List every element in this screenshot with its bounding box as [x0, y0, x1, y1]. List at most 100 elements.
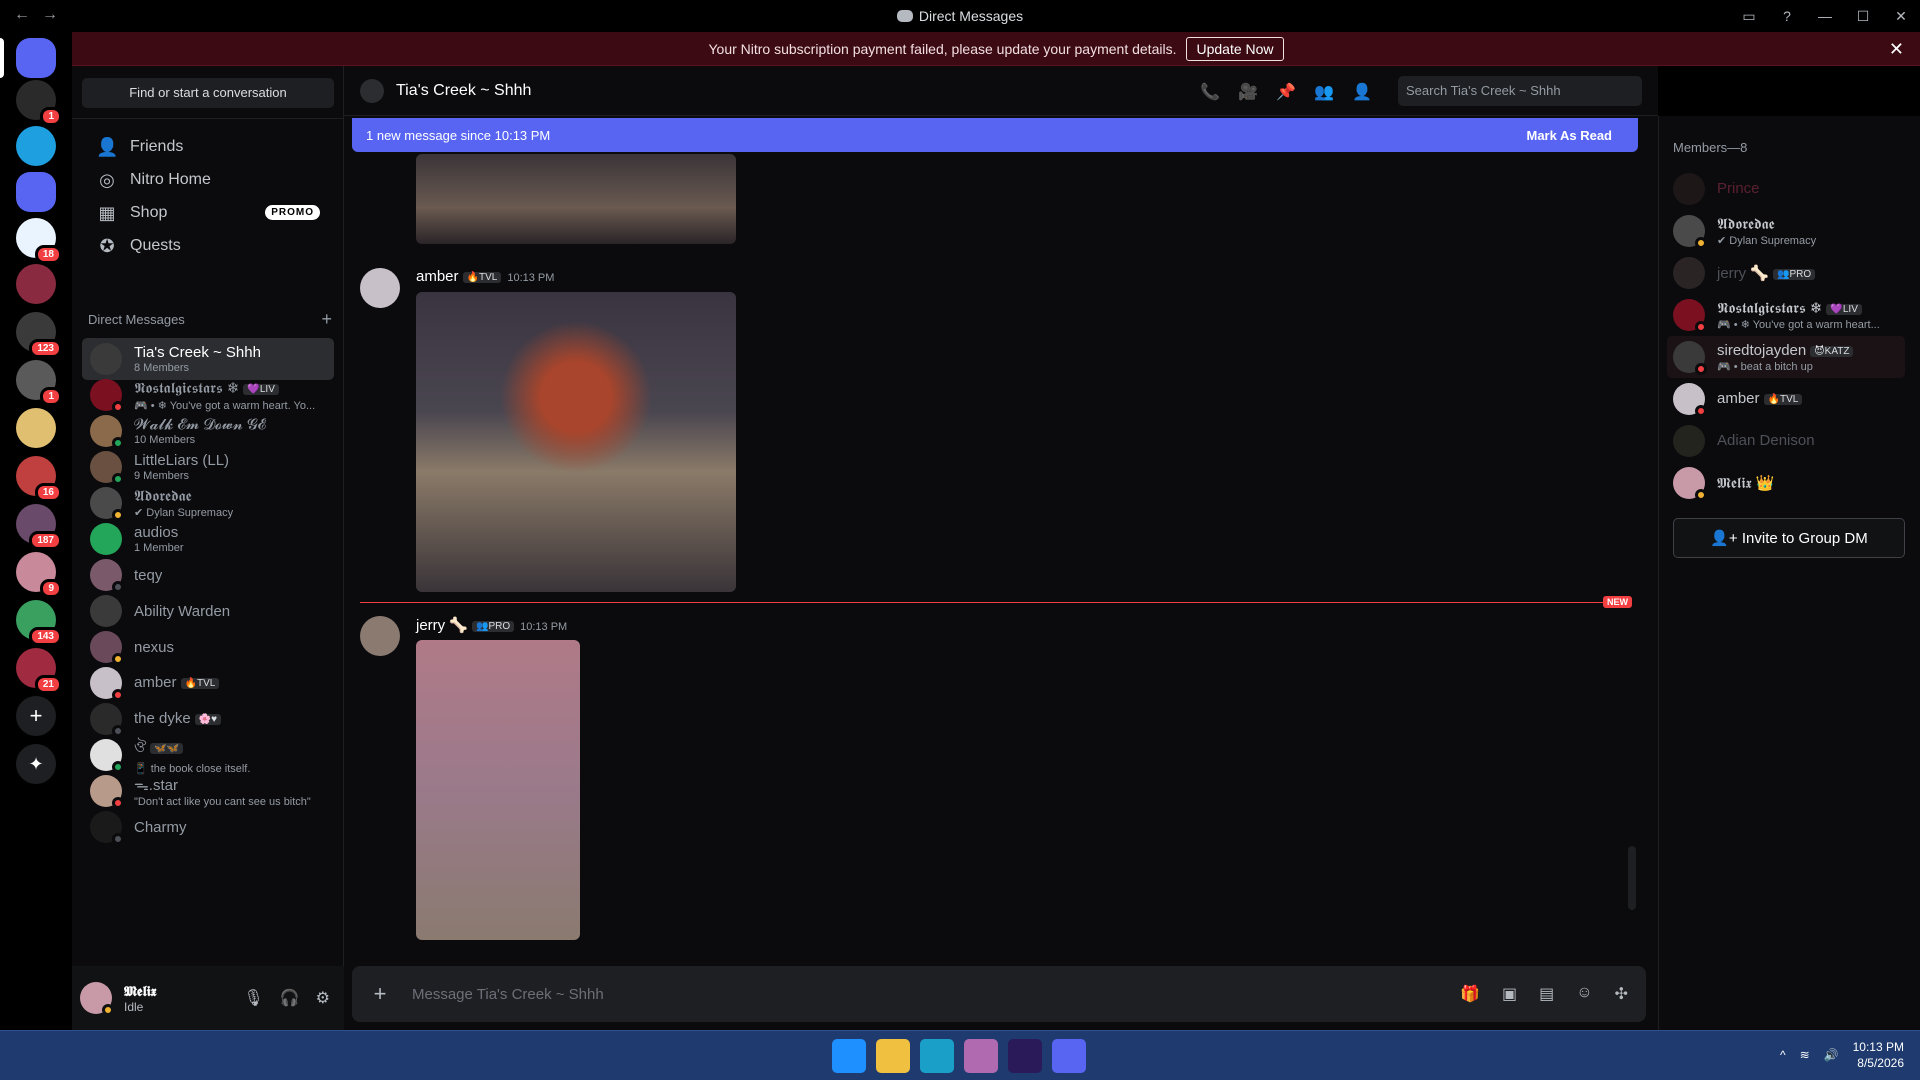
avatar [1673, 173, 1705, 205]
chevron-up-icon[interactable]: ^ [1780, 1048, 1786, 1062]
server-rail: 1 18 123 1 16 187 9 143 21 + ✦ [0, 32, 72, 1031]
dm-name: Ability Warden [134, 602, 231, 620]
taskbar-apps [832, 1039, 1086, 1073]
app-icon[interactable] [964, 1039, 998, 1073]
selected-pill [0, 38, 4, 78]
nav-quests[interactable]: ✪ Quests [82, 227, 334, 265]
message-composer[interactable]: + Message Tia's Creek ~ Shhh 🎁 ▣ ▤ ☺ ✣ [352, 966, 1646, 1022]
server-icon[interactable]: 18 [16, 218, 62, 264]
dm-name: LittleLiars (LL) [134, 452, 230, 469]
gift-icon[interactable]: 🎁 [1460, 984, 1480, 1004]
sticker-icon[interactable]: ▤ [1539, 984, 1554, 1004]
status-indicator-icon [1695, 237, 1707, 249]
member-item[interactable]: Adian Denison [1667, 420, 1905, 462]
edge-browser-icon[interactable] [920, 1039, 954, 1073]
server-icon[interactable]: 21 [16, 648, 62, 694]
status-indicator-icon [1695, 405, 1707, 417]
server-icon[interactable] [16, 126, 56, 166]
microphone-icon[interactable]: 🎙 [243, 988, 263, 1008]
member-item[interactable]: 𝕸𝖊𝖑𝖎𝖝 👑 [1667, 462, 1905, 504]
server-icon[interactable]: 16 [16, 456, 62, 502]
member-item[interactable]: 𝕬𝖉𝖔𝖗𝖊𝖉𝖆𝖊 ✔ Dylan Supremacy [1667, 210, 1905, 252]
video-call-icon[interactable]: 🎥 [1238, 82, 1258, 102]
gif-icon[interactable]: ▣ [1502, 984, 1517, 1004]
server-icon[interactable]: 1 [16, 80, 62, 126]
message-input[interactable]: Message Tia's Creek ~ Shhh [412, 986, 604, 1003]
dm-name: ঔ [134, 738, 147, 756]
server-icon[interactable]: 143 [16, 600, 62, 646]
member-name: siredtojayden [1717, 341, 1807, 359]
create-dm-icon[interactable]: + [321, 310, 332, 328]
message-author[interactable]: amber [416, 268, 459, 285]
maximize-button[interactable]: ☐ [1844, 8, 1882, 25]
discord-taskbar-icon[interactable] [1052, 1039, 1086, 1073]
author-avatar[interactable] [360, 268, 400, 308]
voice-call-icon[interactable]: 📞 [1200, 82, 1220, 102]
mention-badge: 123 [29, 339, 62, 358]
close-icon[interactable]: ✕ [1889, 39, 1904, 60]
blurred-attachment-image[interactable] [416, 640, 580, 940]
dm-item[interactable]: Charmy [82, 806, 334, 848]
clan-tag: 🔥TVL [1763, 394, 1803, 405]
scrollbar[interactable] [1628, 846, 1636, 910]
settings-gear-icon[interactable]: ⚙ [316, 988, 330, 1008]
file-explorer-icon[interactable] [876, 1039, 910, 1073]
inbox-icon[interactable]: ▭ [1730, 8, 1768, 25]
close-window-button[interactable]: ✕ [1882, 8, 1920, 25]
wifi-icon[interactable]: ≋ [1800, 1048, 1810, 1062]
discover-icon[interactable]: ✦ [16, 744, 56, 784]
invite-to-group-button[interactable]: 👤+ Invite to Group DM [1673, 518, 1905, 558]
discord-logo-icon [896, 10, 913, 22]
server-icon[interactable]: 187 [16, 504, 62, 550]
quests-icon: ✪ [99, 236, 115, 256]
composer-tools: 🎁 ▣ ▤ ☺ ✣ [1460, 984, 1628, 1004]
chat-search-input[interactable]: Search Tia's Creek ~ Shhh [1398, 76, 1642, 106]
emoji-icon[interactable]: ☺ [1576, 984, 1592, 1004]
after-effects-icon[interactable] [1008, 1039, 1042, 1073]
server-icon[interactable]: 123 [16, 312, 62, 358]
add-server-icon[interactable]: + [16, 696, 56, 736]
mark-as-read-button[interactable]: Mark As Read [1527, 128, 1613, 143]
clock[interactable]: 10:13 PM 8/5/2026 [1853, 1039, 1904, 1071]
members-header: Members—8 [1673, 140, 1748, 155]
pinned-messages-icon[interactable]: 📌 [1276, 82, 1296, 102]
server-icon[interactable] [16, 264, 56, 304]
message-author[interactable]: jerry 🦴 [416, 617, 468, 634]
attachment-image[interactable] [416, 292, 736, 592]
user-avatar[interactable] [80, 982, 114, 1016]
member-item[interactable]: jerry 🦴 👥PRO [1667, 252, 1905, 294]
find-conversation-input[interactable]: Find or start a conversation [82, 78, 334, 108]
mention-badge: 1 [40, 107, 62, 126]
banner-text: Your Nitro subscription payment failed, … [708, 40, 1177, 57]
update-now-button[interactable]: Update Now [1186, 36, 1284, 61]
server-icon[interactable] [16, 408, 56, 448]
member-item[interactable]: Prince [1667, 168, 1905, 210]
member-item[interactable]: 𝕹𝖔𝖘𝖙𝖆𝖑𝖌𝖎𝖈𝖘𝖙𝖆𝖗𝖘 ❄ 💜LIV 🎮 • ❄ You've got a w… [1667, 294, 1905, 336]
windows-start-icon[interactable] [832, 1039, 866, 1073]
add-friends-icon[interactable]: 👥 [1314, 82, 1334, 102]
server-icon[interactable]: 9 [16, 552, 62, 598]
windows-taskbar: ^ ≋ 🔊 10:13 PM 8/5/2026 [0, 1030, 1920, 1080]
dm-name: Charmy [134, 818, 187, 836]
server-icon[interactable]: 1 [16, 360, 62, 406]
new-messages-bar[interactable]: 1 new message since 10:13 PM Mark As Rea… [352, 118, 1638, 152]
headphones-icon[interactable]: 🎧 [280, 988, 300, 1008]
server-icon[interactable] [16, 172, 56, 212]
help-icon[interactable]: ? [1768, 8, 1806, 24]
volume-icon[interactable]: 🔊 [1824, 1048, 1839, 1062]
attachment-image[interactable] [416, 154, 736, 244]
member-name: Adian Denison [1717, 432, 1815, 449]
home-button[interactable] [16, 38, 56, 78]
new-messages-divider: NEW [360, 596, 1632, 608]
dm-subtitle: 9 Members [134, 470, 190, 482]
member-item[interactable]: siredtojayden 😈KATZ 🎮 • beat a bitch up [1667, 336, 1905, 378]
member-item[interactable]: amber 🔥TVL [1667, 378, 1905, 420]
member-list-icon[interactable]: 👤 [1352, 82, 1372, 102]
add-attachment-icon[interactable]: + [366, 981, 394, 1007]
avatar [1673, 257, 1705, 289]
idle-status-icon [102, 1004, 114, 1016]
author-avatar[interactable] [360, 616, 400, 656]
minimize-button[interactable]: — [1806, 8, 1844, 24]
apps-icon[interactable]: ✣ [1615, 984, 1628, 1004]
dm-subtitle: 1 Member [134, 542, 184, 554]
